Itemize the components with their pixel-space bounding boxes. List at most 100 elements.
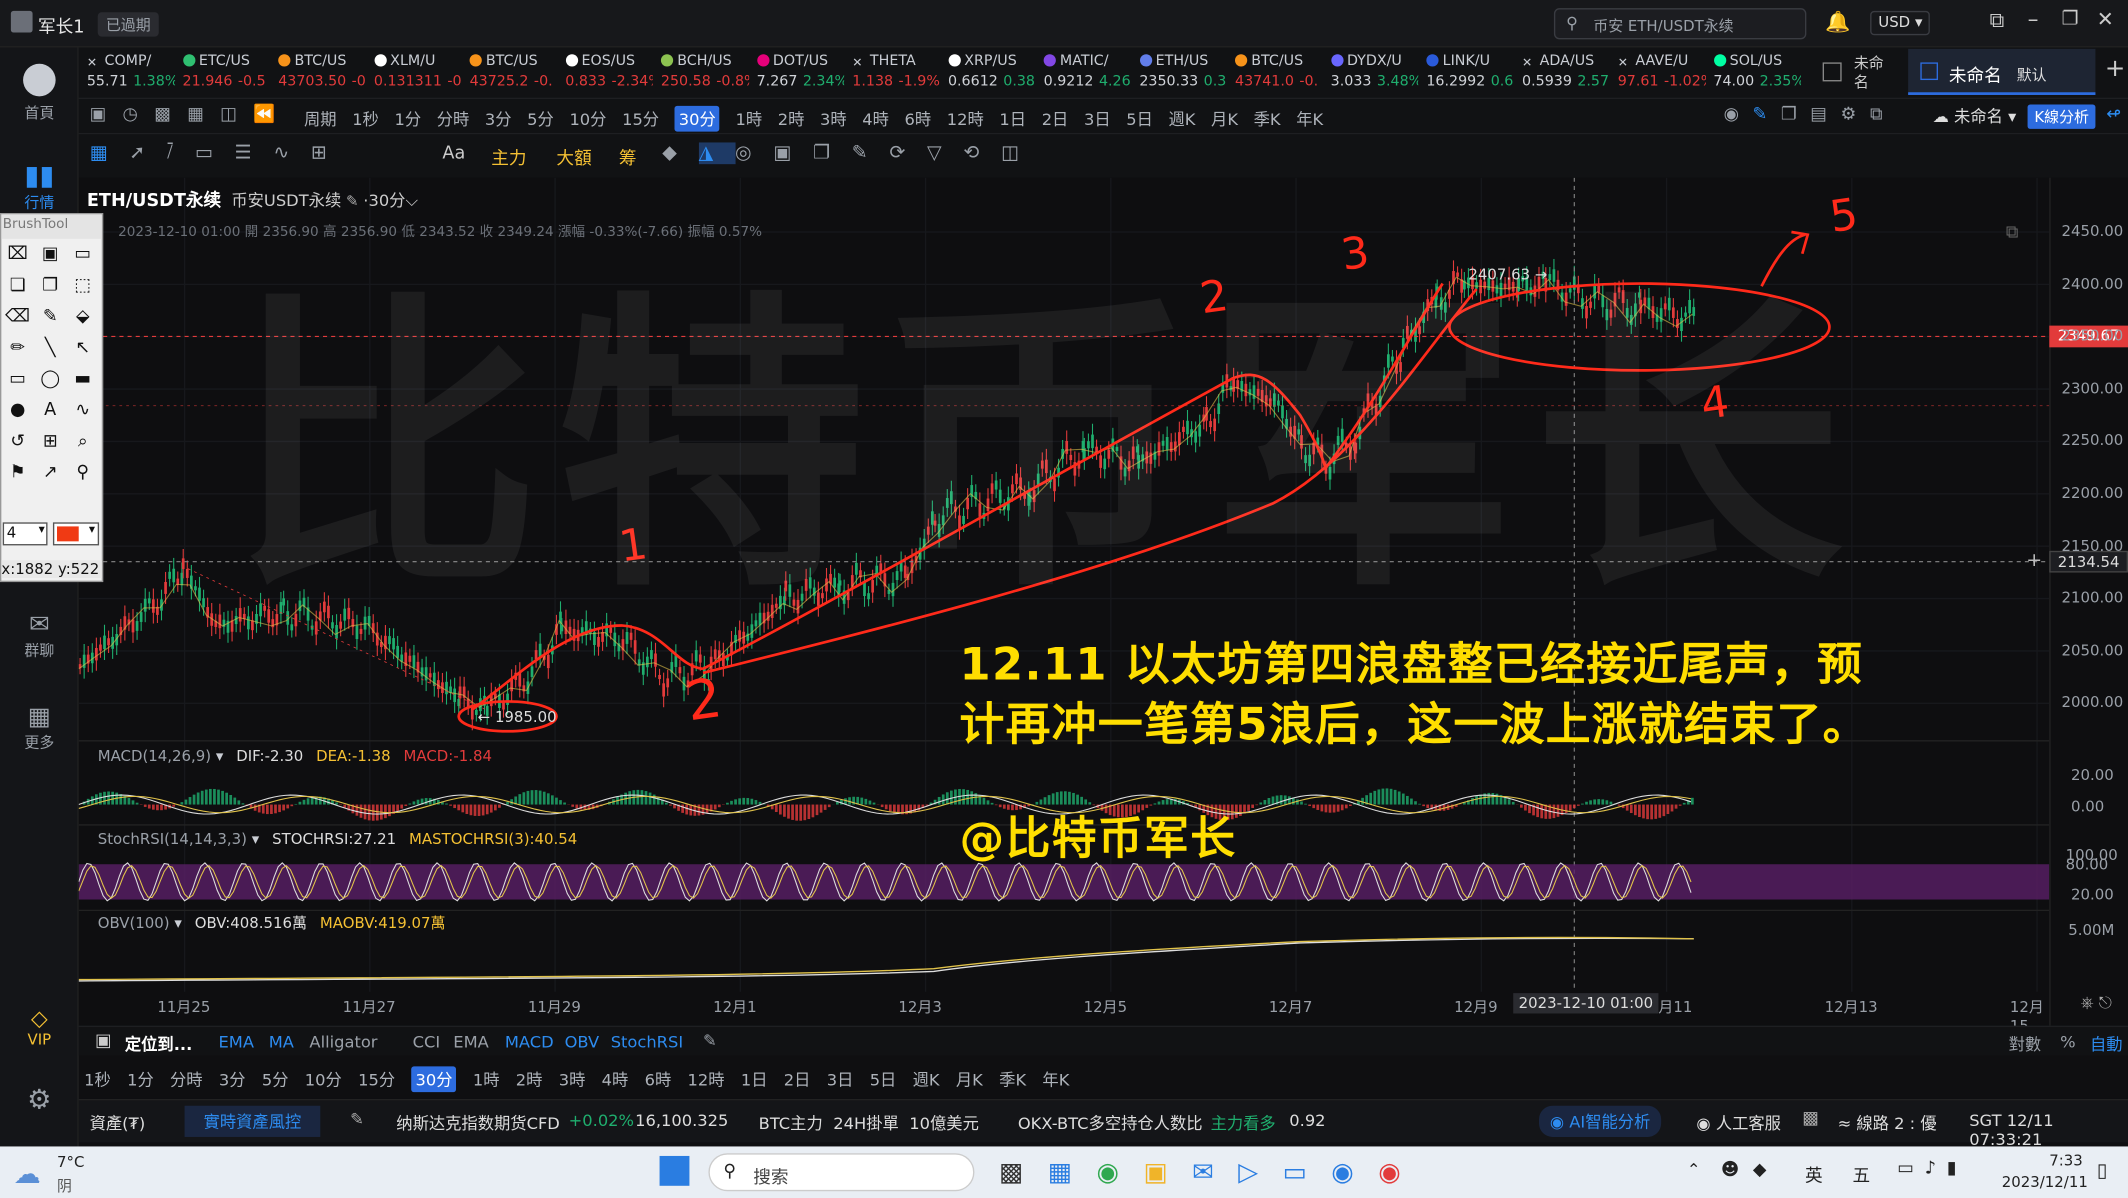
filter-icon[interactable]: ▽ — [927, 142, 963, 164]
ai-analysis-button[interactable]: ◉ AI智能分析 — [1538, 1105, 1662, 1137]
timeframe-1時[interactable]: 1時 — [473, 1068, 500, 1091]
ticker-item[interactable]: ✕ COMP/55.71 1.38% — [79, 47, 175, 97]
ticker-item[interactable]: ✕ THETA 1.138 -1.9% — [844, 47, 940, 97]
timeframe-3分[interactable]: 3分 — [485, 107, 512, 130]
indicator-cci[interactable]: CCI — [413, 1032, 441, 1051]
kline-analysis-button[interactable]: K線分析 — [2027, 104, 2096, 129]
ticker-item[interactable]: XLM/U 0.131311 -0. — [366, 47, 461, 97]
ticker-item[interactable]: BCH/US 250.58 -0.8% — [653, 47, 748, 97]
pen-icon[interactable]: ✎ — [1753, 104, 1781, 124]
indicator-ema[interactable]: EMA — [218, 1032, 253, 1051]
main-force-tool[interactable]: 主力 — [491, 144, 526, 169]
layout-checkbox[interactable] — [1920, 62, 1938, 81]
timeframe-30分[interactable]: 30分 — [674, 105, 720, 132]
rewind-icon[interactable]: ⏪ — [253, 104, 291, 124]
timeframe-3時[interactable]: 3時 — [559, 1068, 586, 1091]
cursor-grid-icon[interactable]: ▦ — [90, 142, 130, 164]
timeframe-週K[interactable]: 週K — [1168, 107, 1195, 130]
magnet-icon[interactable]: ◮ — [698, 142, 735, 165]
rect-icon[interactable]: ▭ — [1, 369, 34, 400]
eraser-icon[interactable]: ◆ — [662, 142, 698, 164]
macd-title[interactable]: MACD(14,26,9) — [98, 748, 211, 766]
grid-icon[interactable]: ⊞ — [34, 431, 67, 462]
sidebar-item-chat[interactable]: ✉ 群聊 — [0, 611, 79, 661]
fillrect-icon[interactable]: ▬ — [66, 369, 99, 400]
app-folder-icon[interactable]: ▣ — [1143, 1157, 1192, 1187]
ticker-item[interactable]: EOS/US 0.833-2.34% — [557, 47, 653, 97]
brush-size-select[interactable]: 4 ▾ — [2, 522, 48, 546]
interval-label[interactable]: ·30分⌵ — [363, 191, 418, 210]
timeframe-10分[interactable]: 10分 — [569, 107, 606, 130]
service-button[interactable]: ◉ 人工客服 — [1696, 1111, 1781, 1134]
timeframe-1日[interactable]: 1日 — [999, 107, 1026, 130]
pen-status-icon[interactable]: ✎ — [350, 1110, 364, 1129]
pointer-icon[interactable]: ↗ — [34, 463, 67, 494]
ellipse-icon[interactable]: ◯ — [34, 369, 67, 400]
clock-date[interactable]: 2023/12/11 — [2002, 1174, 2088, 1192]
line-icon[interactable]: ╲ — [34, 338, 67, 369]
user-avatar-icon[interactable] — [10, 10, 33, 33]
timeframe-5日[interactable]: 5日 — [1126, 107, 1153, 130]
start-icon[interactable] — [659, 1155, 690, 1186]
timeframe-5日[interactable]: 5日 — [870, 1068, 897, 1091]
realtime-risk-button[interactable]: 實時資產風控 — [184, 1105, 321, 1137]
maximize-icon[interactable]: ❐ — [2061, 8, 2078, 30]
currency-select[interactable]: USD ▾ — [1870, 10, 1930, 36]
sync-icon[interactable]: ⟳ — [889, 142, 927, 164]
date-axis[interactable]: 11月25 11月27 11月29 12月1 12月3 12月5 12月7 12月9 12月11… — [79, 992, 2050, 1036]
search-box[interactable]: ⚲ 币安 ETH/USDT永续 — [1553, 8, 1807, 40]
rect-icon[interactable]: ▭ — [195, 142, 235, 164]
ticker-item[interactable]: ✕ AAVE/U 97.61-1.02% — [1610, 47, 1706, 97]
share-icon[interactable]: ↫ — [2106, 104, 2121, 124]
expand-chart-icon[interactable]: ⧉ — [2006, 223, 2019, 243]
sidebar-item-vip[interactable]: ◇ VIP — [0, 1005, 79, 1048]
camera-icon[interactable]: ◉ — [1724, 104, 1753, 124]
layout-tab[interactable]: 未命名 默认 — [1908, 48, 2096, 95]
indicator-ema-2[interactable]: EMA — [453, 1032, 488, 1051]
bell-icon[interactable]: 🔔 — [1825, 9, 1850, 33]
popout-icon[interactable]: ⧉ — [1990, 8, 2005, 32]
help-icon[interactable]: ▩ — [1802, 1108, 1819, 1128]
timeframe-15分[interactable]: 15分 — [622, 107, 659, 130]
timeframe-3日[interactable]: 3日 — [827, 1068, 854, 1091]
marker-icon[interactable]: ⚑ — [1, 463, 34, 494]
large-order-tool[interactable]: 大額 — [556, 144, 591, 169]
copy-icon[interactable]: ❐ — [1781, 104, 1810, 124]
app-video-icon[interactable]: ▷ — [1238, 1157, 1282, 1187]
pick-icon[interactable]: ✎ — [34, 307, 67, 338]
ticker-item[interactable]: ETC/US 21.946 -0.5 — [174, 47, 270, 97]
timeframe-年K[interactable]: 年K — [1296, 107, 1323, 130]
tray-icons[interactable]: ☻◆ — [1721, 1160, 1780, 1180]
timeframe-分時[interactable]: 分時 — [170, 1068, 203, 1091]
timeframe-12時[interactable]: 12時 — [688, 1068, 725, 1091]
split-icon[interactable]: ◫ — [220, 104, 253, 124]
timeframe-3日[interactable]: 3日 — [1084, 107, 1111, 130]
log-scale-button[interactable]: 對數 — [2009, 1032, 2042, 1055]
refresh-icon[interactable]: ⟲ — [963, 142, 1001, 164]
timeframe-周期[interactable]: 周期 — [304, 107, 337, 130]
parallel-icon[interactable]: ⧶ — [167, 142, 195, 164]
screenshot-icon[interactable]: ▭ — [66, 244, 99, 275]
timeframe-4時[interactable]: 4時 — [862, 107, 889, 130]
tray-sys-icons[interactable]: ▭♪▮ — [1897, 1159, 1967, 1179]
curve-icon[interactable]: ∿ — [66, 400, 99, 431]
text-icon[interactable]: A — [34, 400, 67, 431]
app-monitor-icon[interactable]: ▭ — [1282, 1157, 1331, 1187]
app-chrome-icon[interactable]: ◉ — [1378, 1157, 1425, 1187]
info-icon[interactable]: ⚲ — [66, 463, 99, 494]
brush-color-select[interactable]: ▾ — [52, 522, 100, 546]
zoom-icon[interactable]: ⌕ — [66, 431, 99, 462]
symbol-name[interactable]: ETH/USDT永续 — [87, 191, 221, 211]
crosshair-plus-icon[interactable]: + — [2026, 549, 2042, 571]
ticker-item[interactable]: DYDX/U 3.033 3.48% — [1323, 47, 1418, 97]
timeframe-2時[interactable]: 2時 — [516, 1068, 543, 1091]
ime-mode[interactable]: 五 — [1852, 1161, 1870, 1187]
ticker-item[interactable]: BTC/US 43741.0 -0. — [1227, 47, 1323, 97]
indicator-ma[interactable]: MA — [269, 1032, 294, 1051]
calendar-goto-icon[interactable]: ▣ — [95, 1031, 112, 1051]
search-input[interactable]: 币安 ETH/USDT永续 — [1593, 15, 1733, 37]
timeframe-6時[interactable]: 6時 — [645, 1068, 672, 1091]
ticker-item[interactable]: MATIC/0.9212 4.26 — [1035, 47, 1131, 97]
timeframe-5分[interactable]: 5分 — [262, 1068, 289, 1091]
timeframe-4時[interactable]: 4時 — [602, 1068, 629, 1091]
